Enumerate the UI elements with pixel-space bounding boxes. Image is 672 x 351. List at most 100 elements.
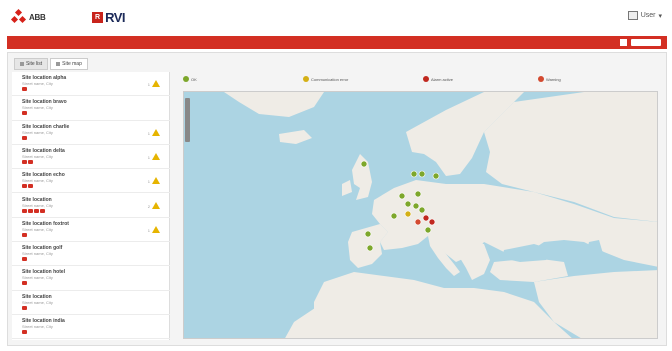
- brand-mark-icon: [10, 8, 27, 24]
- site-address: Street name, City: [22, 105, 53, 111]
- list-item[interactable]: Site location charlie Street name, City 1: [12, 121, 170, 145]
- legend-item[interactable]: OK: [183, 76, 197, 82]
- alarm-indicators: [22, 159, 33, 164]
- alarm-dot: [28, 159, 33, 164]
- warning-icon[interactable]: [152, 152, 160, 160]
- alarm-dot: [22, 305, 27, 310]
- alarm-dot: [40, 208, 45, 213]
- alarm-indicators: [22, 257, 27, 262]
- site-marker: [364, 230, 372, 238]
- alarm-dot: [22, 208, 27, 213]
- site-marker: [404, 210, 412, 218]
- alarm-indicators: [22, 111, 27, 116]
- map-icon: [56, 62, 61, 66]
- warning-count: 1: [147, 154, 150, 160]
- legend-swatch: [303, 76, 309, 82]
- brand-logo[interactable]: ABB: [10, 8, 46, 25]
- menu-icon[interactable]: [620, 39, 627, 46]
- legend-label: OK: [191, 76, 197, 82]
- warning-icon[interactable]: [152, 128, 160, 136]
- warning-count: 1: [147, 227, 150, 233]
- tab-label: Site list: [26, 61, 43, 67]
- legend-swatch: [423, 76, 429, 82]
- search-input[interactable]: [631, 39, 661, 46]
- site-marker: [432, 172, 440, 180]
- legend-label: Alarm active: [431, 76, 454, 82]
- warning-icon[interactable]: [152, 80, 160, 87]
- user-label: User: [640, 12, 656, 19]
- alarm-dot: [28, 208, 33, 213]
- tab-label: Site map: [62, 61, 82, 67]
- tab-site-map[interactable]: Site map: [50, 58, 88, 70]
- list-item[interactable]: Site location foxtrot Street name, City 1: [12, 218, 170, 243]
- site-address: Street name, City: [22, 251, 53, 257]
- alarm-dot: [34, 208, 39, 213]
- map-canvas[interactable]: [184, 92, 658, 339]
- alarm-dot: [28, 184, 33, 189]
- list-item[interactable]: Site location delta Street name, City 1: [12, 145, 170, 170]
- zoom-control[interactable]: [185, 98, 190, 142]
- legend-item[interactable]: Alarm active: [423, 76, 453, 82]
- warning-count: 1: [147, 130, 150, 136]
- list-item[interactable]: Site location hotel Street name, City: [12, 266, 170, 291]
- tab-site-list[interactable]: Site list: [14, 58, 49, 70]
- alarm-dot: [22, 135, 27, 140]
- view-tabs: Site list Site map: [14, 58, 88, 70]
- site-marker: [398, 192, 406, 200]
- alarm-indicators: [22, 184, 33, 189]
- list-item[interactable]: Site location Street name, City 2: [12, 194, 170, 218]
- warning-count: 2: [147, 203, 150, 209]
- list-item[interactable]: Site location Street name, City: [12, 291, 170, 315]
- legend-swatch: [538, 76, 544, 82]
- warning-count: 1: [147, 82, 150, 87]
- site-marker: [424, 226, 432, 234]
- alarm-dot: [22, 281, 27, 286]
- list-item[interactable]: Site location bravo Street name, City: [12, 96, 170, 121]
- alarm-indicators: [22, 305, 27, 310]
- warning-icon[interactable]: [152, 177, 160, 185]
- site-marker: [410, 170, 418, 178]
- brand-text: ABB: [29, 12, 46, 22]
- alarm-indicators: [22, 281, 27, 286]
- user-menu[interactable]: User ▾: [627, 11, 662, 20]
- site-marker: [418, 170, 426, 178]
- warning-icon[interactable]: [152, 201, 160, 209]
- list-item[interactable]: Site location india Street name, City: [12, 315, 170, 340]
- alarm-dot: [22, 159, 27, 164]
- app-header: ABB R RVI User ▾: [0, 0, 672, 34]
- site-marker: [414, 218, 422, 226]
- alarm-indicators: [22, 87, 27, 91]
- site-marker: [404, 200, 412, 208]
- list-item[interactable]: Site location echo Street name, City 1: [12, 169, 170, 194]
- legend-item[interactable]: Communication error: [303, 76, 348, 82]
- site-address: Street name, City: [22, 202, 53, 208]
- list-item[interactable]: Site location golf Street name, City: [12, 242, 170, 267]
- avatar: [627, 11, 638, 20]
- site-address: Street name, City: [22, 129, 53, 135]
- alarm-indicators: [22, 330, 27, 334]
- alarm-indicators: [22, 232, 27, 237]
- site-marker: [428, 218, 436, 226]
- site-marker: [390, 212, 398, 220]
- warning-count: 1: [147, 179, 150, 185]
- chevron-down-icon: ▾: [658, 12, 662, 20]
- alarm-dot: [22, 184, 27, 189]
- alarm-dot: [22, 111, 27, 116]
- site-marker: [366, 244, 374, 252]
- warning-icon[interactable]: [152, 225, 160, 233]
- site-address: Street name, City: [22, 299, 53, 305]
- logo-text: RVI: [105, 9, 125, 25]
- alarm-dot: [22, 257, 27, 262]
- map-legend: OK Communication error Alarm active Warning: [183, 76, 663, 86]
- site-address: Street name, City: [22, 178, 53, 184]
- site-map[interactable]: [183, 91, 658, 339]
- list-item[interactable]: Site location alpha Street name, City 1: [12, 72, 170, 97]
- alarm-dot: [22, 330, 27, 334]
- product-logo[interactable]: R RVI: [92, 9, 125, 25]
- site-list: Site location alpha Street name, City 1 Sit…: [12, 72, 170, 340]
- legend-item[interactable]: Warning: [538, 76, 561, 82]
- alarm-dot: [22, 232, 27, 237]
- site-address: Street name, City: [22, 324, 53, 329]
- site-marker: [412, 202, 420, 210]
- logo-box: R: [92, 11, 104, 23]
